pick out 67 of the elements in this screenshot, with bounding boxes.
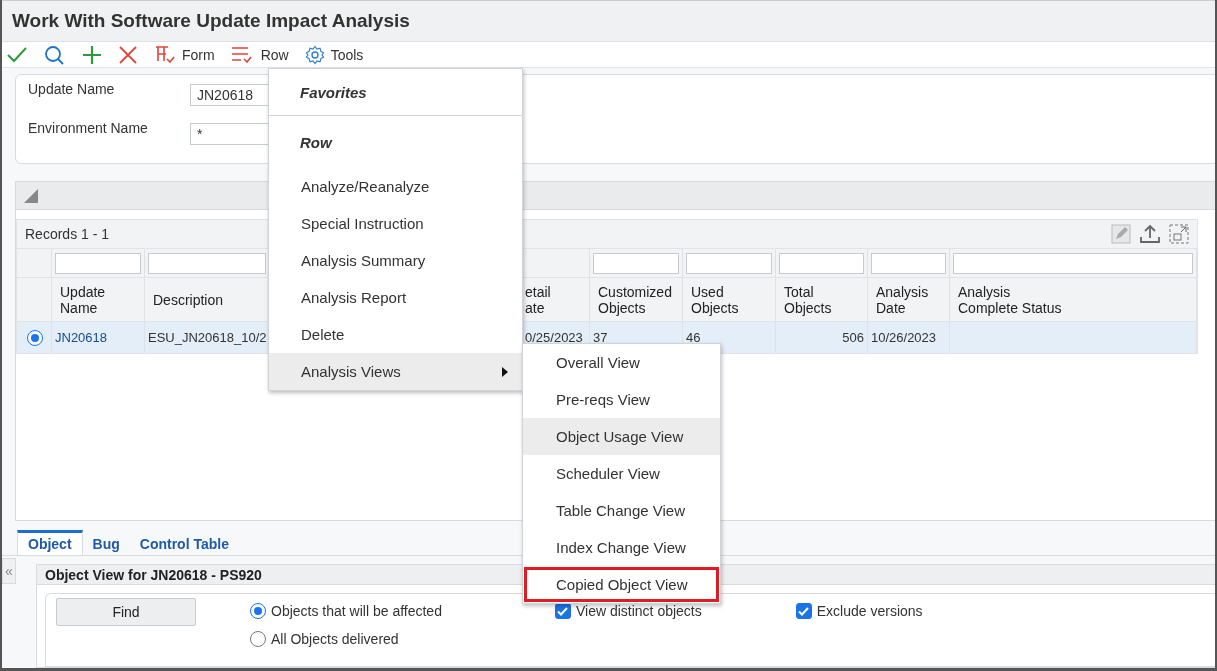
filter-field[interactable]	[593, 252, 679, 274]
records-count: Records 1 - 1	[25, 226, 110, 242]
submenu-arrow-icon	[502, 366, 508, 377]
column-header[interactable]: Customized Objects	[598, 283, 672, 316]
menu-item[interactable]: Analysis Report	[269, 279, 522, 316]
radio-option[interactable]: All Objects delivered	[250, 631, 442, 647]
menu-item[interactable]: Special Instruction	[269, 205, 522, 242]
list-menu-icon	[230, 44, 255, 65]
field-label: Environment Name	[28, 120, 149, 136]
tab[interactable]: Bug	[82, 530, 130, 555]
collapse-triangle-icon[interactable]	[24, 188, 38, 203]
filter-field[interactable]	[148, 252, 266, 274]
column-header[interactable]: Analysis Complete Status	[958, 283, 1062, 316]
column-header[interactable]: Total Objects	[784, 283, 832, 316]
column-header[interactable]: Used Objects	[691, 283, 739, 316]
tab[interactable]: Object	[17, 530, 83, 555]
checkmark-icon	[798, 606, 810, 616]
radio-option[interactable]: Objects that will be affected	[250, 603, 442, 619]
expand-icon[interactable]	[1169, 224, 1189, 244]
delete-button[interactable]	[118, 43, 138, 66]
table-cell: 506	[842, 330, 864, 345]
filter-field[interactable]	[871, 252, 946, 274]
menu-heading: Favorites	[269, 69, 522, 116]
menu-item[interactable]: Object Usage View	[523, 418, 720, 455]
plus-icon	[82, 44, 102, 65]
toolbar-menu-button[interactable]: Tools	[304, 43, 372, 66]
filter-field[interactable]	[686, 252, 772, 274]
checkmark-icon	[557, 606, 569, 616]
tab[interactable]: Control Table	[129, 530, 239, 555]
window-title: Work With Software Update Impact Analysis	[12, 10, 410, 32]
menu-item[interactable]: Analysis Summary	[269, 242, 522, 279]
checkbox-option[interactable]: Exclude versions	[795, 603, 923, 619]
column-header[interactable]: Update Name	[60, 283, 106, 316]
table-cell: 46	[686, 330, 701, 345]
menu-item[interactable]: Index Change View	[523, 529, 720, 566]
column-header[interactable]: Description	[153, 291, 224, 308]
record-link[interactable]: JN20618	[55, 330, 108, 345]
filter-field[interactable]	[55, 252, 141, 274]
toolbar-menu-button[interactable]: Row	[230, 43, 297, 66]
menu-item[interactable]: Pre-reqs View	[523, 381, 720, 418]
search-button[interactable]	[44, 43, 66, 66]
check-icon	[6, 45, 28, 64]
row-select-radio[interactable]	[27, 329, 43, 346]
filter-field[interactable]	[779, 252, 864, 274]
filter-field[interactable]	[953, 252, 1193, 274]
menu-item[interactable]: Table Change View	[523, 492, 720, 529]
search-icon	[44, 44, 66, 65]
table-cell: ESU_JN20618_10/2	[148, 330, 267, 345]
field-label: Update Name	[28, 81, 116, 97]
find-button[interactable]: Find	[56, 598, 196, 626]
column-header[interactable]: Analysis Date	[876, 283, 929, 316]
table-cell: 37	[593, 330, 608, 345]
menu-item[interactable]: Overall View	[523, 344, 720, 381]
gear-icon	[304, 44, 325, 65]
add-button[interactable]	[82, 43, 102, 66]
menu-item[interactable]: Delete	[269, 316, 522, 353]
toolbar-menu-button[interactable]: Form	[154, 43, 223, 66]
form-menu-icon	[154, 44, 176, 65]
menu-item[interactable]: Analysis Views	[269, 353, 522, 390]
edit-grid-icon[interactable]	[1111, 224, 1131, 244]
menu-item[interactable]: Analyze/Reanalyze	[269, 168, 522, 205]
upload-icon[interactable]	[1139, 224, 1161, 244]
table-cell: 0/25/2023	[525, 330, 583, 345]
close-icon	[118, 44, 138, 65]
table-cell: 10/26/2023	[871, 330, 937, 345]
column-header[interactable]: etail ate	[525, 283, 551, 316]
menu-item[interactable]: Scheduler View	[523, 455, 720, 492]
